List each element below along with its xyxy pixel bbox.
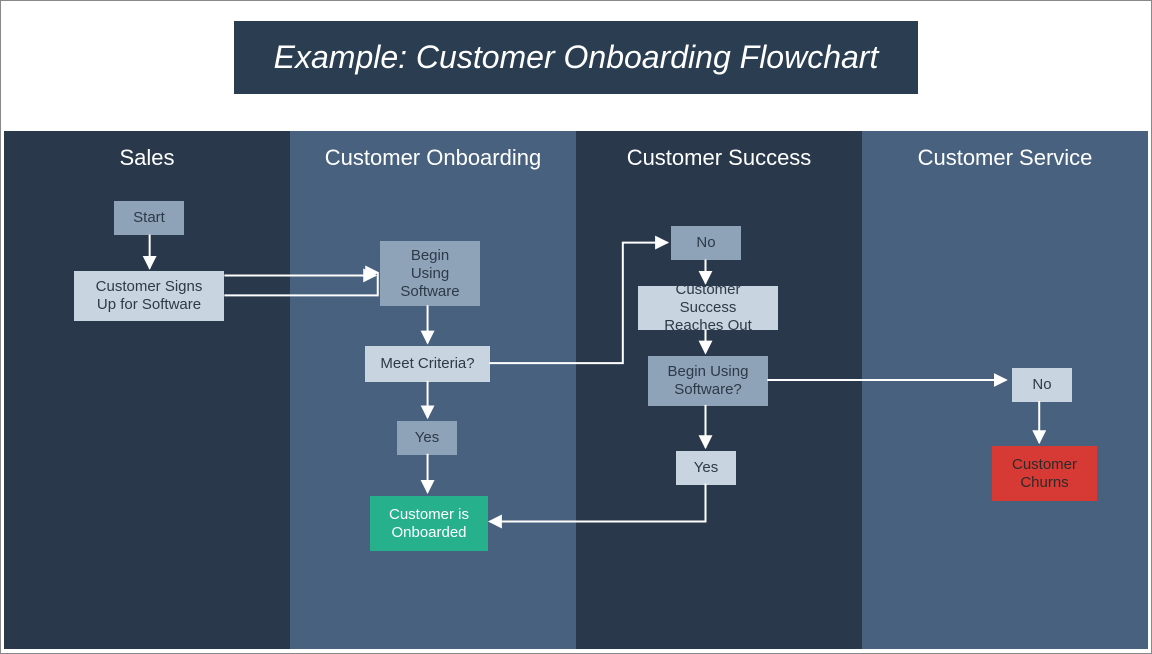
node-churns: Customer Churns [992,446,1097,501]
node-onboarded: Customer is Onboarded [370,496,488,551]
lane-header-success: Customer Success [576,131,862,179]
node-meet-criteria: Meet Criteria? [365,346,490,382]
node-begin-using: Begin Using Software [380,241,480,306]
lane-header-sales: Sales [4,131,290,179]
node-start: Start [114,201,184,235]
node-no2: No [1012,368,1072,402]
slide-title: Example: Customer Onboarding Flowchart [234,21,919,94]
lane-header-onboarding: Customer Onboarding [290,131,576,179]
lane-sales: Sales Start Customer Signs Up for Softwa… [4,131,290,649]
node-yes2: Yes [676,451,736,485]
slide: Example: Customer Onboarding Flowchart S… [0,0,1152,654]
node-signup: Customer Signs Up for Software [74,271,224,321]
lane-header-service: Customer Service [862,131,1148,179]
lane-onboarding: Customer Onboarding Begin Using Software… [290,131,576,649]
node-reachout: Customer Success Reaches Out [638,286,778,330]
node-yes1: Yes [397,421,457,455]
title-wrap: Example: Customer Onboarding Flowchart [1,1,1151,113]
node-no1: No [671,226,741,260]
lane-service: Customer Service No Customer Churns [862,131,1148,649]
swimlanes: Sales Start Customer Signs Up for Softwa… [4,131,1148,649]
node-begin2: Begin Using Software? [648,356,768,406]
lane-success: Customer Success No Customer Success Rea… [576,131,862,649]
